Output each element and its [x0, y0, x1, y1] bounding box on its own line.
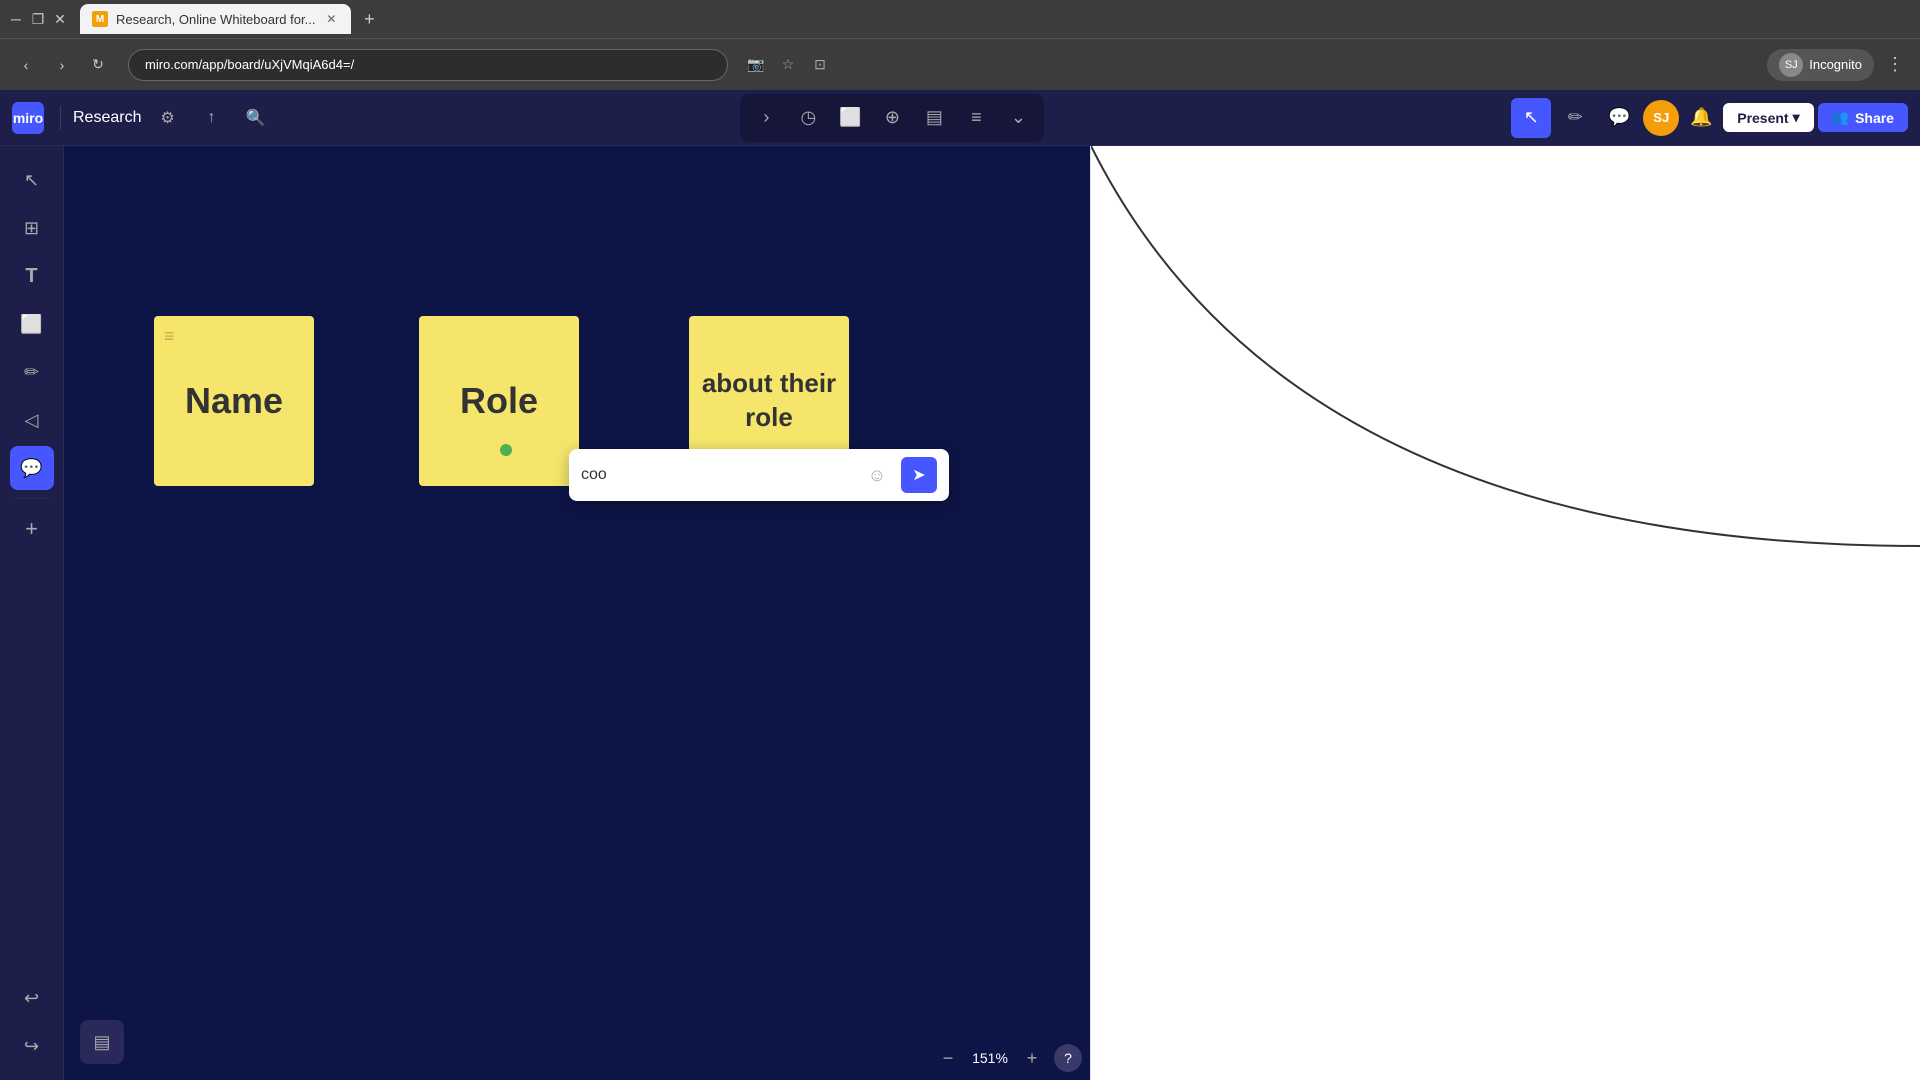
upload-button[interactable]: ↑ [193, 100, 229, 136]
address-bar-icons: 📷 ☆ ⊡ [744, 53, 832, 77]
cursor-tool-active[interactable]: ↖ [1511, 98, 1551, 138]
browser-chrome: ─ ❐ ✕ M Research, Online Whiteboard for.… [0, 0, 1920, 90]
window-minimize[interactable]: ─ [8, 11, 24, 27]
screen-tool[interactable]: ⬜ [830, 98, 870, 138]
forward-button[interactable]: › [48, 51, 76, 79]
browser-menu-button[interactable]: ⋮ [1882, 50, 1908, 79]
comment-input-field[interactable] [581, 466, 853, 484]
camera-icon[interactable]: 📷 [744, 53, 768, 77]
right-panel [1090, 146, 1920, 1080]
new-tab-button[interactable]: + [355, 5, 383, 33]
share-button[interactable]: 👥 Share [1818, 103, 1908, 132]
miro-logo-icon: miro [12, 102, 44, 134]
send-button[interactable]: ➤ [901, 457, 937, 493]
tab-close-button[interactable]: ✕ [323, 11, 339, 27]
miro-header: miro Research ⚙ ↑ 🔍 › ◷ ⬜ ⊕ ▤ ≡ ⌄ ↖ ✏ 💬 … [0, 90, 1920, 146]
url-input[interactable] [128, 49, 728, 81]
forward-tool[interactable]: › [746, 98, 786, 138]
sidebar-tool-cursor[interactable]: ↖ [10, 158, 54, 202]
zoom-level-display: 151% [970, 1050, 1010, 1066]
tab-favicon: M [92, 11, 108, 27]
sidebar-tool-shapes[interactable]: ◁ [10, 398, 54, 442]
header-right-tools: ↖ ✏ 💬 SJ 🔔 Present ▾ 👥 Share [1511, 98, 1908, 138]
sticky-note-name[interactable]: ≡ Name [154, 316, 314, 486]
header-divider [60, 106, 61, 130]
sidebar-tool-text[interactable]: T [10, 254, 54, 298]
search-button[interactable]: 🔍 [237, 100, 273, 136]
window-restore[interactable]: ❐ [30, 11, 46, 27]
more-tool[interactable]: ⌄ [998, 98, 1038, 138]
star-icon[interactable]: ☆ [776, 53, 800, 77]
sidebar-tool-frames[interactable]: ⊞ [10, 206, 54, 250]
sticky-note-role-label: Role [460, 380, 538, 422]
sidebar-tool-pen[interactable]: ✏ [10, 350, 54, 394]
timer-tool[interactable]: ◷ [788, 98, 828, 138]
pen-tool-button[interactable]: ✏ [1555, 98, 1595, 138]
sidebar-tool-sticky[interactable]: ⬜ [10, 302, 54, 346]
sticky-note-icon: ≡ [164, 326, 175, 347]
help-button[interactable]: ? [1054, 1044, 1082, 1072]
left-sidebar: ↖ ⊞ T ⬜ ✏ ◁ 💬 + ↩ ↪ [0, 146, 64, 1080]
incognito-avatar: SJ [1779, 53, 1803, 77]
user-avatar[interactable]: SJ [1643, 100, 1679, 136]
emoji-button[interactable]: ☺ [861, 459, 893, 491]
target-tool[interactable]: ⊕ [872, 98, 912, 138]
undo-button[interactable]: ↩ [10, 976, 54, 1020]
extend-icon[interactable]: ⊡ [808, 53, 832, 77]
redo-button[interactable]: ↪ [10, 1024, 54, 1068]
browser-tab[interactable]: M Research, Online Whiteboard for... ✕ [80, 4, 351, 34]
zoom-out-button[interactable]: − [934, 1044, 962, 1072]
window-close[interactable]: ✕ [52, 11, 68, 27]
center-toolbar: › ◷ ⬜ ⊕ ▤ ≡ ⌄ [740, 94, 1044, 142]
settings-button[interactable]: ⚙ [149, 100, 185, 136]
board-name: Research [73, 109, 141, 127]
comment-tool-button[interactable]: 💬 [1599, 98, 1639, 138]
card-tool[interactable]: ▤ [914, 98, 954, 138]
zoom-controls: − 151% + [934, 1044, 1046, 1072]
present-button[interactable]: Present ▾ [1723, 103, 1813, 132]
sidebar-divider [14, 498, 50, 499]
notification-bell[interactable]: 🔔 [1683, 100, 1719, 136]
address-bar: ‹ › ↻ 📷 ☆ ⊡ SJ Incognito ⋮ [0, 38, 1920, 90]
notes-tool[interactable]: ≡ [956, 98, 996, 138]
sidebar-tool-reactions[interactable]: 💬 [10, 446, 54, 490]
zoom-in-button[interactable]: + [1018, 1044, 1046, 1072]
sidebar-bottom: ↩ ↪ [10, 976, 54, 1068]
sticky-note-role[interactable]: Role [419, 316, 579, 486]
refresh-button[interactable]: ↻ [84, 51, 112, 79]
miro-app: miro Research ⚙ ↑ 🔍 › ◷ ⬜ ⊕ ▤ ≡ ⌄ ↖ ✏ 💬 … [0, 90, 1920, 1080]
back-button[interactable]: ‹ [12, 51, 40, 79]
sticky-note-about-label: about their role [689, 367, 849, 435]
incognito-button[interactable]: SJ Incognito [1767, 49, 1874, 81]
miro-main: ↖ ⊞ T ⬜ ✏ ◁ 💬 + ↩ ↪ ≡ Name Role [0, 146, 1920, 1080]
right-panel-curve [1091, 146, 1920, 1080]
panel-toggle-button[interactable]: ▤ [80, 1020, 124, 1064]
connection-dot [500, 444, 512, 456]
canvas[interactable]: ≡ Name Role about their role ☺ ➤ [64, 146, 1090, 1080]
tab-title: Research, Online Whiteboard for... [116, 12, 315, 27]
sticky-note-name-label: Name [185, 380, 283, 422]
miro-logo: miro [12, 102, 44, 134]
comment-input-box: ☺ ➤ [569, 449, 949, 501]
incognito-label: Incognito [1809, 57, 1862, 72]
sidebar-tool-add[interactable]: + [10, 507, 54, 551]
